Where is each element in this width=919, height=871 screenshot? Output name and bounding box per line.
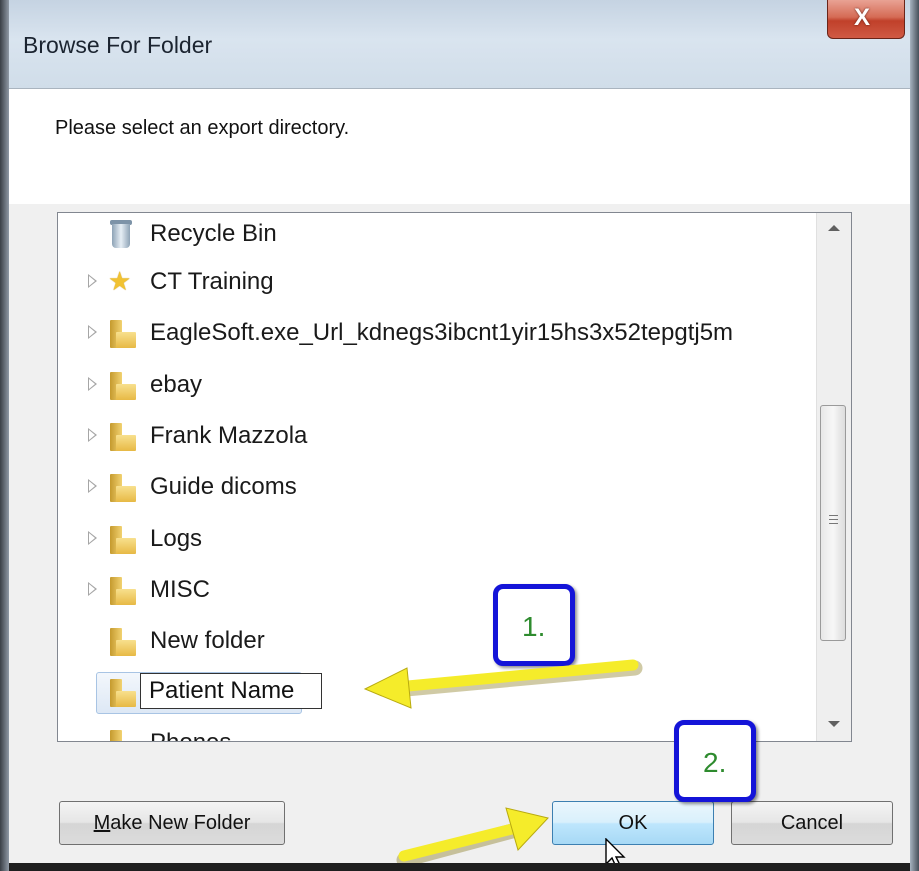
- tree-item-guide-dicoms[interactable]: Guide dicoms: [58, 466, 848, 510]
- prompt-panel: Please select an export directory.: [9, 89, 910, 204]
- make-new-folder-button[interactable]: Make New Folder: [59, 801, 285, 845]
- tree-item-label: Guide dicoms: [150, 473, 297, 500]
- tree-item-misc[interactable]: MISC: [58, 569, 848, 613]
- close-button[interactable]: X: [827, 0, 905, 39]
- expand-arrow-icon[interactable]: [88, 531, 97, 545]
- window-frame-right: [910, 0, 919, 871]
- expand-arrow-icon[interactable]: [88, 428, 97, 442]
- tree-item-label: Logs: [150, 525, 203, 552]
- ok-button[interactable]: OK: [552, 801, 714, 845]
- rename-folder-input[interactable]: [140, 673, 322, 709]
- annotation-arrow-icon: [363, 659, 643, 709]
- annotation-label: 1.: [522, 611, 546, 642]
- close-icon: X: [854, 4, 871, 31]
- dialog-title: Browse For Folder: [23, 32, 213, 58]
- recycle-bin-icon: [110, 218, 132, 248]
- vertical-scrollbar[interactable]: [816, 213, 851, 741]
- tree-item-label: New folder: [150, 627, 265, 654]
- tree-item-ct-training[interactable]: ★ CT Training: [58, 261, 848, 305]
- tree-item-label: MISC: [150, 576, 210, 603]
- expand-arrow-icon[interactable]: [88, 325, 97, 339]
- folder-icon: [110, 730, 136, 741]
- annotation-label: 2.: [703, 747, 727, 778]
- scroll-up-arrow-icon[interactable]: [817, 213, 851, 247]
- folder-icon: [110, 372, 136, 400]
- folder-icon: [110, 320, 136, 348]
- prompt-text: Please select an export directory.: [55, 117, 350, 139]
- tree-item-label: ebay: [150, 371, 203, 398]
- title-bar[interactable]: Browse For Folder X: [9, 0, 910, 88]
- cancel-button[interactable]: Cancel: [731, 801, 893, 845]
- annotation-arrow-icon: [396, 807, 549, 868]
- star-icon: ★: [108, 266, 132, 296]
- tree-item-eaglesoft[interactable]: EagleSoft.exe_Url_kdnegs3ibcnt1yir15hs3x…: [58, 312, 848, 356]
- window-frame-bottom: [9, 863, 910, 871]
- folder-icon: [110, 474, 136, 502]
- tree-item-ebay[interactable]: ebay: [58, 364, 848, 408]
- expand-arrow-icon[interactable]: [88, 582, 97, 596]
- tree-item-logs[interactable]: Logs: [58, 518, 848, 562]
- folder-icon: [110, 423, 136, 451]
- folder-icon: [110, 628, 136, 656]
- tree-item-label: EagleSoft.exe_Url_kdnegs3ibcnt1yir15hs3x…: [150, 319, 734, 346]
- expand-arrow-icon[interactable]: [88, 377, 97, 391]
- scroll-thumb[interactable]: [820, 405, 846, 641]
- tree-item-frank-mazzola[interactable]: Frank Mazzola: [58, 415, 848, 459]
- folder-icon: [110, 679, 136, 707]
- tree-item-recycle-bin[interactable]: Recycle Bin: [58, 213, 848, 257]
- folder-icon: [110, 526, 136, 554]
- tree-item-label: Recycle Bin: [150, 220, 277, 247]
- tree-item-label: Frank Mazzola: [150, 422, 308, 449]
- button-label: ake New Folder: [110, 811, 251, 834]
- expand-arrow-icon[interactable]: [88, 274, 97, 288]
- tree-item-label: CT Training: [150, 268, 274, 295]
- scroll-down-arrow-icon[interactable]: [817, 707, 851, 741]
- grip-icon: [829, 523, 838, 524]
- grip-icon: [829, 515, 838, 516]
- annotation-box-2: 2.: [674, 720, 756, 802]
- mnemonic-letter: M: [93, 811, 111, 834]
- browse-for-folder-dialog: Browse For Folder X Please select an exp…: [0, 0, 919, 871]
- expand-arrow-icon[interactable]: [88, 479, 97, 493]
- window-frame-left: [0, 0, 9, 871]
- grip-icon: [829, 519, 838, 520]
- dialog-client-area: Please select an export directory. Recyc…: [9, 88, 910, 871]
- folder-icon: [110, 577, 136, 605]
- tree-item-label: Phones: [150, 729, 231, 741]
